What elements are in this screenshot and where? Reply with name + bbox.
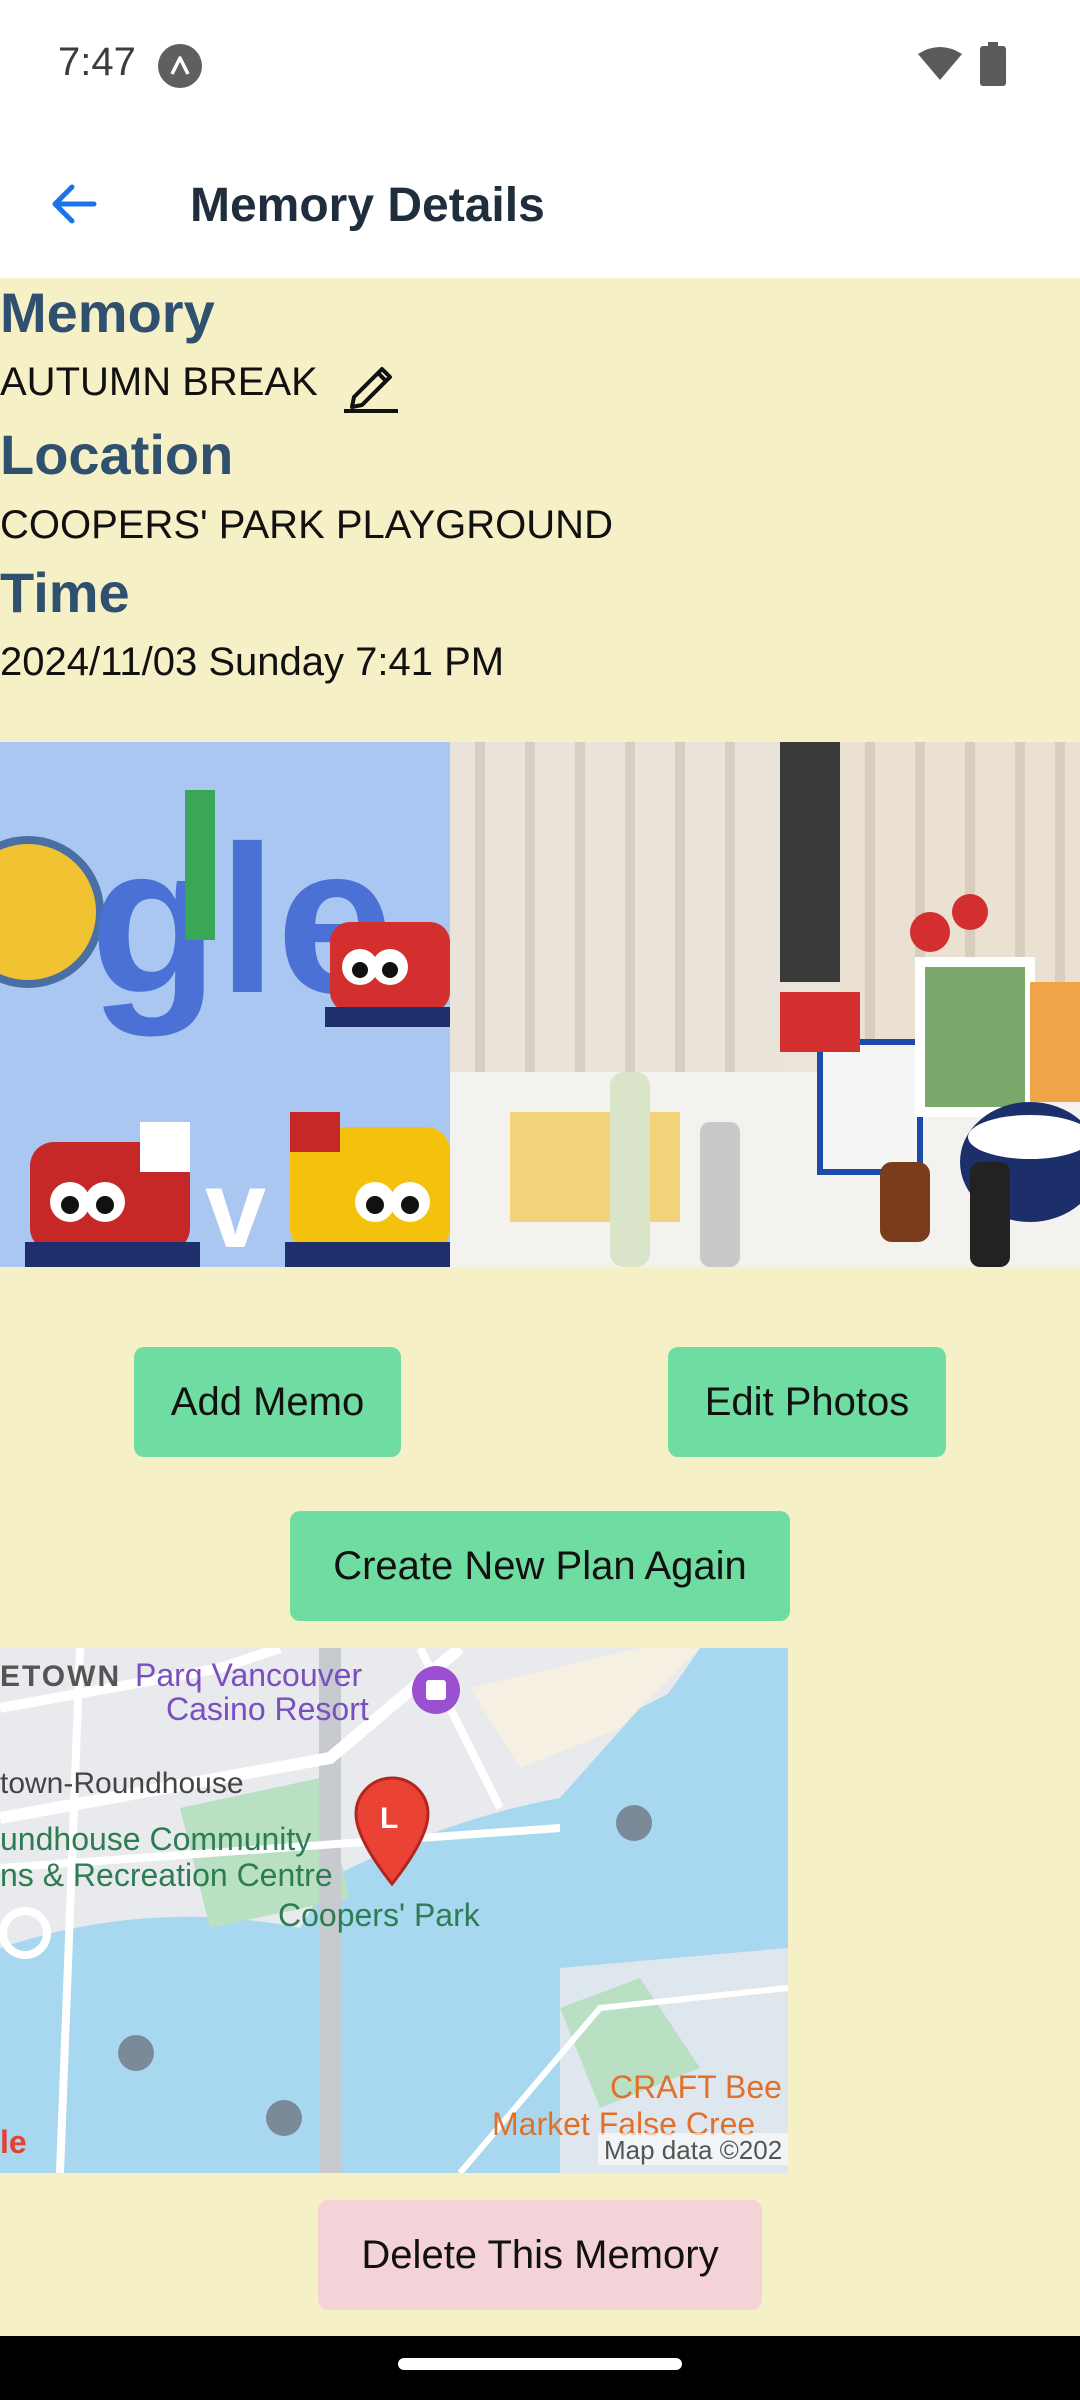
battery-icon — [980, 42, 1006, 86]
page-title: Memory Details — [190, 179, 545, 232]
edit-photos-button[interactable]: Edit Photos — [668, 1347, 946, 1457]
app-notification-icon — [158, 44, 202, 88]
edit-pencil-icon[interactable] — [340, 357, 402, 415]
status-time: 7:47 — [58, 40, 136, 84]
status-bar: 7:47 — [0, 0, 1080, 130]
wifi-icon — [918, 47, 962, 80]
map-label-community-1: undhouse Community — [0, 1821, 311, 1857]
photo-thumbnail-2[interactable] — [450, 742, 1080, 1267]
location-label: Location — [0, 423, 234, 486]
location-value: COOPERS' PARK PLAYGROUND — [0, 503, 613, 547]
map-attribution: Map data ©202 — [604, 2135, 782, 2165]
create-new-plan-button[interactable]: Create New Plan Again — [290, 1511, 790, 1621]
map-label-community-2: ns & Recreation Centre — [0, 1857, 333, 1893]
photo-thumbnail-1[interactable]: gle v — [0, 742, 450, 1267]
time-value: 2024/11/03 Sunday 7:41 PM — [0, 640, 505, 684]
location-map[interactable]: ETOWN Parq Vancouver Casino Resort town-… — [0, 1648, 788, 2173]
memory-value: AUTUMN BREAK — [0, 360, 318, 404]
map-label-coopers-park: Coopers' Park — [278, 1897, 481, 1933]
back-arrow-icon[interactable] — [46, 176, 102, 232]
app-bar: Memory Details — [0, 130, 1080, 278]
map-label-craft: CRAFT Bee — [610, 2069, 782, 2105]
google-logo-fragment: le — [0, 2124, 27, 2160]
home-gesture-handle[interactable] — [398, 2358, 682, 2370]
add-memo-button[interactable]: Add Memo — [134, 1347, 401, 1457]
map-label-roundhouse: town-Roundhouse — [0, 1767, 244, 1800]
doodle-v: v — [205, 1148, 266, 1267]
map-label-casino-2: Casino Resort — [166, 1691, 369, 1727]
map-label-town: ETOWN — [0, 1660, 121, 1693]
delete-memory-button[interactable]: Delete This Memory — [318, 2200, 762, 2310]
map-label-casino-1: Parq Vancouver — [135, 1657, 362, 1693]
memory-label: Memory — [0, 281, 215, 344]
map-pin-letter: L — [380, 1802, 398, 1835]
time-label: Time — [0, 561, 130, 624]
